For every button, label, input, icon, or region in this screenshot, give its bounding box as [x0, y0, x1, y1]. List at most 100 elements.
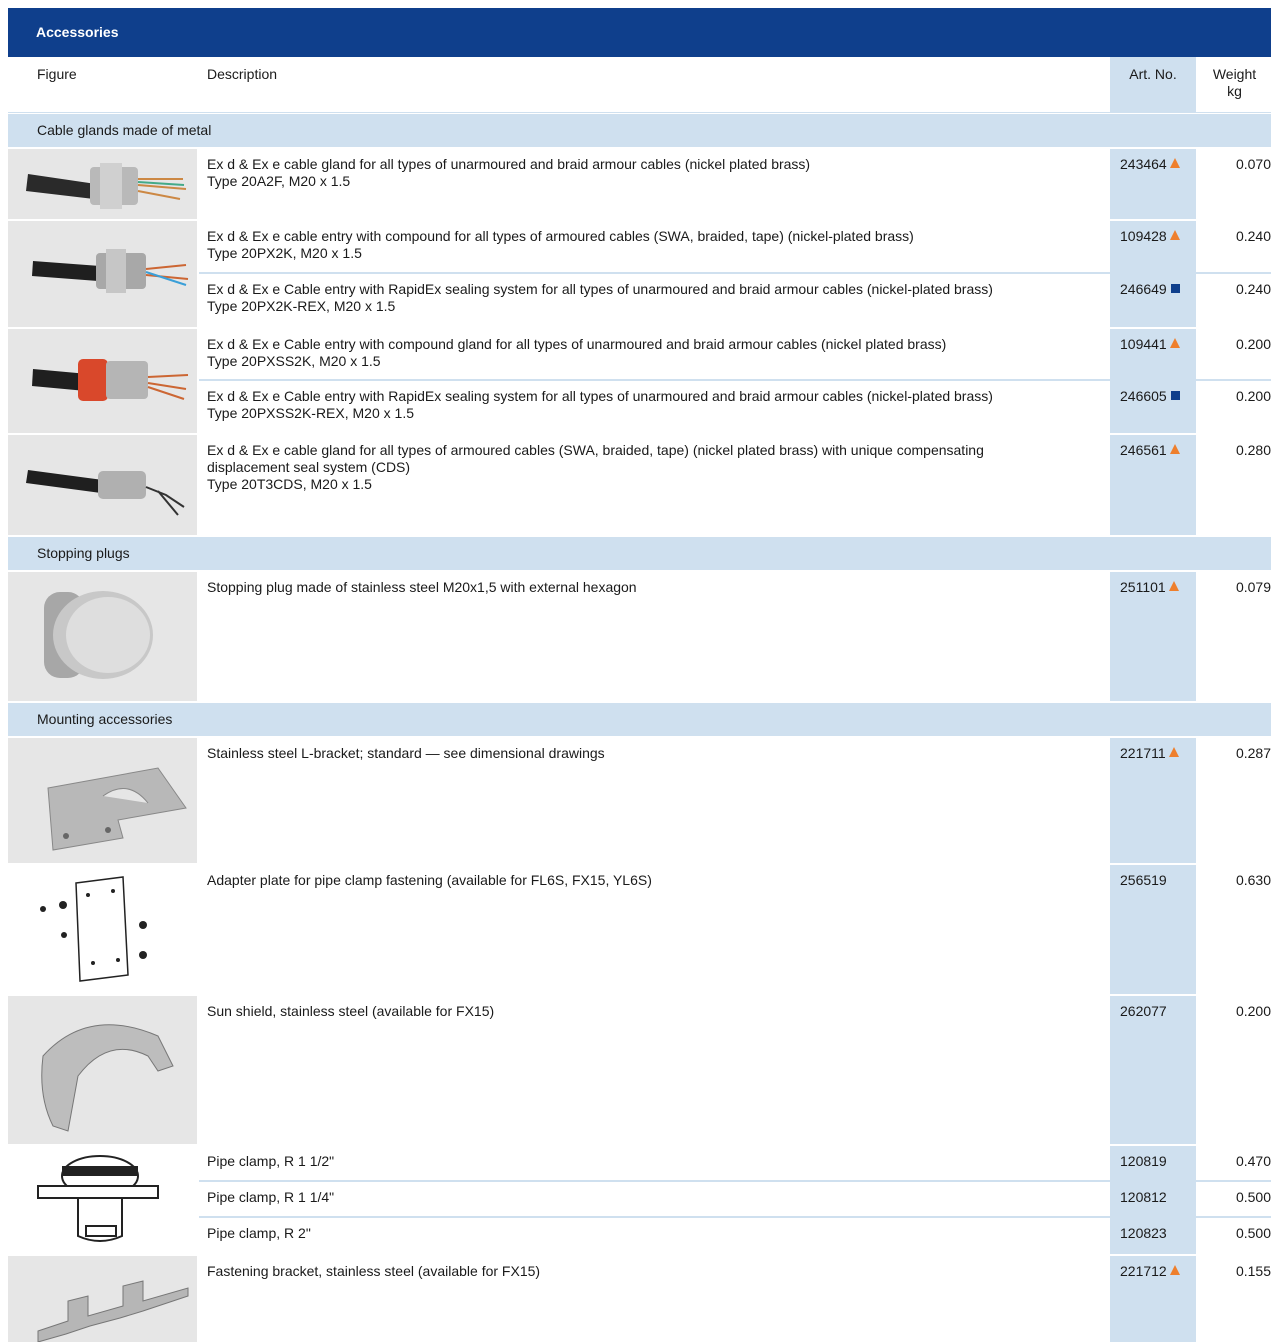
weight: 0.155	[1235, 1263, 1271, 1279]
figure-cell	[8, 865, 197, 994]
header-art-no: Art. No.	[1110, 57, 1196, 112]
art-no-cell: 221711	[1110, 738, 1196, 863]
sun-shield-image	[41, 1024, 174, 1132]
art-no-cell: 109441	[1110, 329, 1196, 379]
product-group: Adapter plate for pipe clamp fastening (…	[8, 865, 1271, 994]
product-group: Ex d & Ex e Cable entry with compound gl…	[8, 329, 1271, 433]
description-line: Ex d & Ex e cable gland for all types of…	[207, 442, 984, 458]
row-description: Pipe clamp, R 2"	[207, 1225, 311, 1241]
art-no: 256519	[1120, 872, 1167, 888]
description-line: Ex d & Ex e cable entry with compound fo…	[207, 228, 914, 244]
weight: 0.500	[1235, 1225, 1271, 1241]
figure-cell	[8, 572, 197, 701]
cds-gland-image	[26, 470, 185, 516]
triangle-marker-icon	[1169, 338, 1180, 348]
table-row: Pipe clamp, R 1 1/2" 120819 0.470	[199, 1146, 1271, 1182]
figure-cell	[8, 1256, 197, 1342]
section-mounting-accessories: Mounting accessories	[8, 703, 1271, 736]
weight: 0.470	[1235, 1153, 1271, 1169]
description-type: Type 20T3CDS, M20 x 1.5	[207, 476, 372, 492]
product-group: Stopping plug made of stainless steel M2…	[8, 572, 1271, 701]
weight: 0.200	[1235, 1003, 1271, 1019]
art-no-cell: 246561	[1110, 435, 1196, 535]
weight: 0.079	[1235, 579, 1271, 595]
table-row: Ex d & Ex e Cable entry with RapidEx sea…	[199, 274, 1271, 327]
figure-cell	[8, 435, 197, 535]
description-type: Type 20PXSS2K-REX, M20 x 1.5	[207, 405, 414, 421]
cable-entry-image	[32, 249, 189, 293]
table-row: Ex d & Ex e Cable entry with compound gl…	[199, 329, 1271, 381]
description-type: Type 20PXSS2K, M20 x 1.5	[207, 353, 381, 369]
description-type: Type 20A2F, M20 x 1.5	[207, 173, 351, 189]
weight: 0.070	[1235, 156, 1271, 172]
compound-gland-image	[32, 359, 189, 401]
table-row: Ex d & Ex e cable entry with compound fo…	[199, 221, 1271, 274]
art-no-cell: 251101	[1110, 572, 1196, 701]
table-row: Stainless steel L-bracket; standard — se…	[199, 738, 1271, 863]
figure-cell	[8, 1146, 197, 1254]
stopping-plug-image	[44, 591, 153, 679]
fastening-bracket-image	[37, 1280, 189, 1342]
art-no-cell: 262077	[1110, 996, 1196, 1144]
figure-cell	[8, 996, 197, 1144]
description-line: Ex d & Ex e Cable entry with RapidEx sea…	[207, 281, 993, 297]
pipe-clamp-image	[37, 1155, 159, 1242]
description-line: Ex d & Ex e Cable entry with compound gl…	[207, 336, 947, 352]
table-row: Pipe clamp, R 2" 120823 0.500	[199, 1218, 1271, 1254]
accessories-table: Accessories Figure Description Art. No. …	[8, 8, 1271, 1342]
art-no: 109428	[1120, 228, 1167, 244]
product-group: Pipe clamp, R 1 1/2" 120819 0.470 Pipe c…	[8, 1146, 1271, 1254]
section-cable-glands: Cable glands made of metal	[8, 114, 1271, 147]
weight: 0.500	[1235, 1189, 1271, 1205]
row-description: Stainless steel L-bracket; standard — se…	[207, 745, 605, 761]
row-description: Ex d & Ex e cable gland for all types of…	[207, 149, 1097, 190]
description-line: Ex d & Ex e cable gland for all types of…	[207, 156, 811, 172]
art-no-cell: 120812	[1110, 1182, 1196, 1216]
product-group: Sun shield, stainless steel (available f…	[8, 996, 1271, 1144]
art-no-cell: 120823	[1110, 1218, 1196, 1254]
row-description: Ex d & Ex e Cable entry with RapidEx sea…	[207, 381, 1097, 422]
triangle-marker-icon	[1169, 1265, 1180, 1275]
header-weight: Weight kg	[1198, 66, 1271, 100]
weight: 0.200	[1235, 388, 1271, 404]
triangle-marker-icon	[1169, 230, 1180, 240]
table-row: Sun shield, stainless steel (available f…	[199, 996, 1271, 1144]
product-group: Stainless steel L-bracket; standard — se…	[8, 738, 1271, 863]
description-line: displacement seal system (CDS)	[207, 459, 411, 475]
triangle-marker-icon	[1168, 581, 1179, 591]
row-description: Adapter plate for pipe clamp fastening (…	[207, 872, 652, 888]
art-no-cell: 246605	[1110, 381, 1196, 433]
cable-gland-image	[26, 163, 187, 209]
header-weight-unit: kg	[1227, 83, 1242, 99]
table-row: Fastening bracket, stainless steel (avai…	[199, 1256, 1271, 1342]
art-no-cell: 243464	[1110, 149, 1196, 219]
art-no: 120823	[1120, 1225, 1167, 1241]
figure-cell	[8, 221, 197, 327]
art-no-cell: 246649	[1110, 274, 1196, 327]
row-description: Ex d & Ex e cable entry with compound fo…	[207, 221, 1097, 262]
weight: 0.200	[1235, 336, 1271, 352]
header-figure: Figure	[37, 66, 77, 82]
row-description: Fastening bracket, stainless steel (avai…	[207, 1263, 541, 1279]
l-bracket-image	[47, 767, 187, 851]
art-no: 251101	[1120, 579, 1166, 595]
row-description: Stopping plug made of stainless steel M2…	[207, 579, 637, 595]
weight: 0.287	[1235, 745, 1271, 761]
section-stopping-plugs: Stopping plugs	[8, 537, 1271, 570]
art-no-cell: 221712	[1110, 1256, 1196, 1342]
product-group: Ex d & Ex e cable gland for all types of…	[8, 149, 1271, 219]
art-no: 120812	[1120, 1189, 1167, 1205]
art-no: 246561	[1120, 442, 1167, 458]
triangle-marker-icon	[1169, 158, 1180, 168]
art-no: 221712	[1120, 1263, 1167, 1279]
description-type: Type 20PX2K, M20 x 1.5	[207, 245, 362, 261]
row-description: Ex d & Ex e Cable entry with RapidEx sea…	[207, 274, 1097, 315]
table-row: Pipe clamp, R 1 1/4" 120812 0.500	[199, 1182, 1271, 1218]
column-header-row: Figure Description Art. No. Weight kg	[8, 57, 1271, 113]
product-group: Ex d & Ex e cable gland for all types of…	[8, 435, 1271, 535]
art-no: 246649	[1120, 281, 1167, 297]
art-no: 243464	[1120, 156, 1167, 172]
triangle-marker-icon	[1168, 747, 1179, 757]
table-title: Accessories	[8, 8, 1271, 57]
weight: 0.240	[1235, 281, 1271, 297]
